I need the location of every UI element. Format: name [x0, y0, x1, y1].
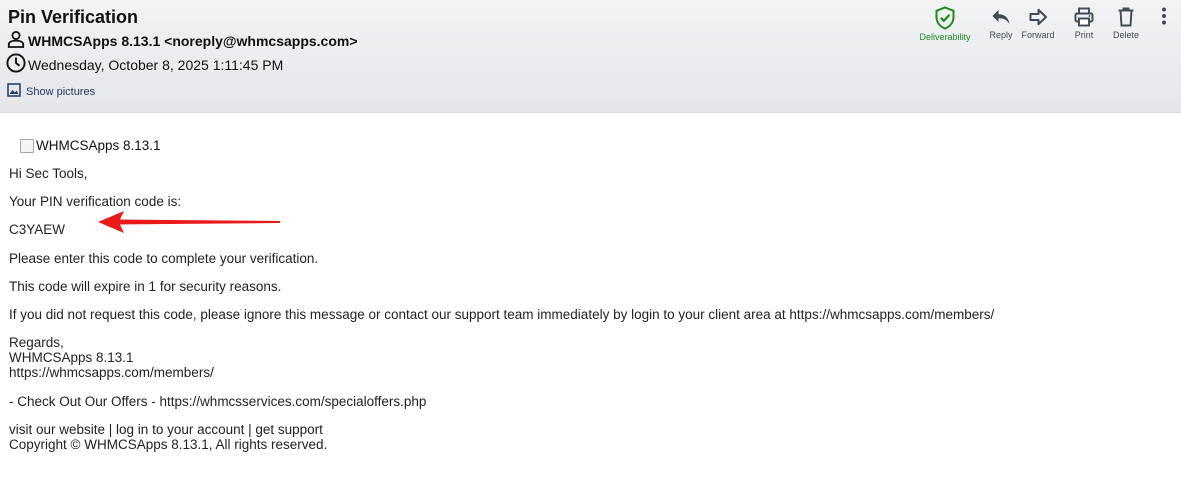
- person-icon: [7, 30, 25, 53]
- clock-icon: [6, 52, 26, 78]
- message-header: Pin Verification WHMCSApps 8.13.1 <norep…: [0, 0, 1181, 113]
- show-pictures-label: Show pictures: [26, 86, 96, 98]
- offers-text[interactable]: - Check Out Our Offers - https://whmcsse…: [9, 394, 426, 409]
- logo-alt-text: WHMCSApps 8.13.1: [36, 138, 161, 153]
- more-options-button[interactable]: [1157, 6, 1171, 26]
- notice-text: If you did not request this code, please…: [9, 307, 995, 322]
- footer-links[interactable]: visit our website | log in to your accou…: [9, 422, 323, 437]
- deliverability-button[interactable]: Deliverability: [918, 6, 972, 42]
- signature-name: WHMCSApps 8.13.1: [9, 350, 134, 365]
- show-pictures-button[interactable]: Show pictures: [7, 82, 96, 102]
- expiry-text: This code will expire in 1 for security …: [9, 279, 282, 294]
- shield-check-icon: [934, 6, 956, 30]
- intro-text: Your PIN verification code is:: [9, 194, 182, 209]
- reply-label: Reply: [989, 30, 1013, 40]
- greeting: Hi Sec Tools,: [9, 166, 88, 181]
- broken-image-icon: [20, 138, 34, 153]
- forward-button[interactable]: Forward: [1018, 6, 1058, 40]
- deliverability-label: Deliverability: [919, 32, 971, 42]
- more-vertical-icon: [1161, 6, 1167, 26]
- reply-button[interactable]: Reply: [984, 6, 1018, 40]
- signature-url[interactable]: https://whmcsapps.com/members/: [9, 365, 214, 380]
- forward-label: Forward: [1021, 30, 1055, 40]
- date-row: Wednesday, October 8, 2025 1:11:45 PM: [6, 52, 284, 78]
- sender-row: WHMCSApps 8.13.1 <noreply@whmcsapps.com>: [7, 30, 358, 53]
- delete-label: Delete: [1112, 30, 1139, 40]
- copyright-text: Copyright © WHMCSApps 8.13.1, All rights…: [9, 437, 328, 452]
- sender[interactable]: WHMCSApps 8.13.1 <noreply@whmcsapps.com>: [28, 33, 358, 49]
- instruction-text: Please enter this code to complete your …: [9, 251, 319, 266]
- annotation-arrow-icon: [98, 211, 280, 233]
- date-text: Wednesday, October 8, 2025 1:11:45 PM: [28, 57, 284, 73]
- printer-icon: [1073, 6, 1095, 28]
- email-subject: Pin Verification: [8, 7, 139, 27]
- print-label: Print: [1074, 30, 1094, 40]
- logo-image: WHMCSApps 8.13.1: [20, 138, 161, 153]
- regards-text: Regards,: [9, 335, 64, 350]
- trash-icon: [1115, 6, 1137, 28]
- image-icon: [7, 82, 21, 102]
- pin-code: C3YAEW: [9, 222, 66, 237]
- forward-arrow-icon: [1027, 6, 1049, 28]
- reply-icon: [990, 6, 1012, 28]
- print-button[interactable]: Print: [1069, 6, 1099, 40]
- delete-button[interactable]: Delete: [1111, 6, 1141, 40]
